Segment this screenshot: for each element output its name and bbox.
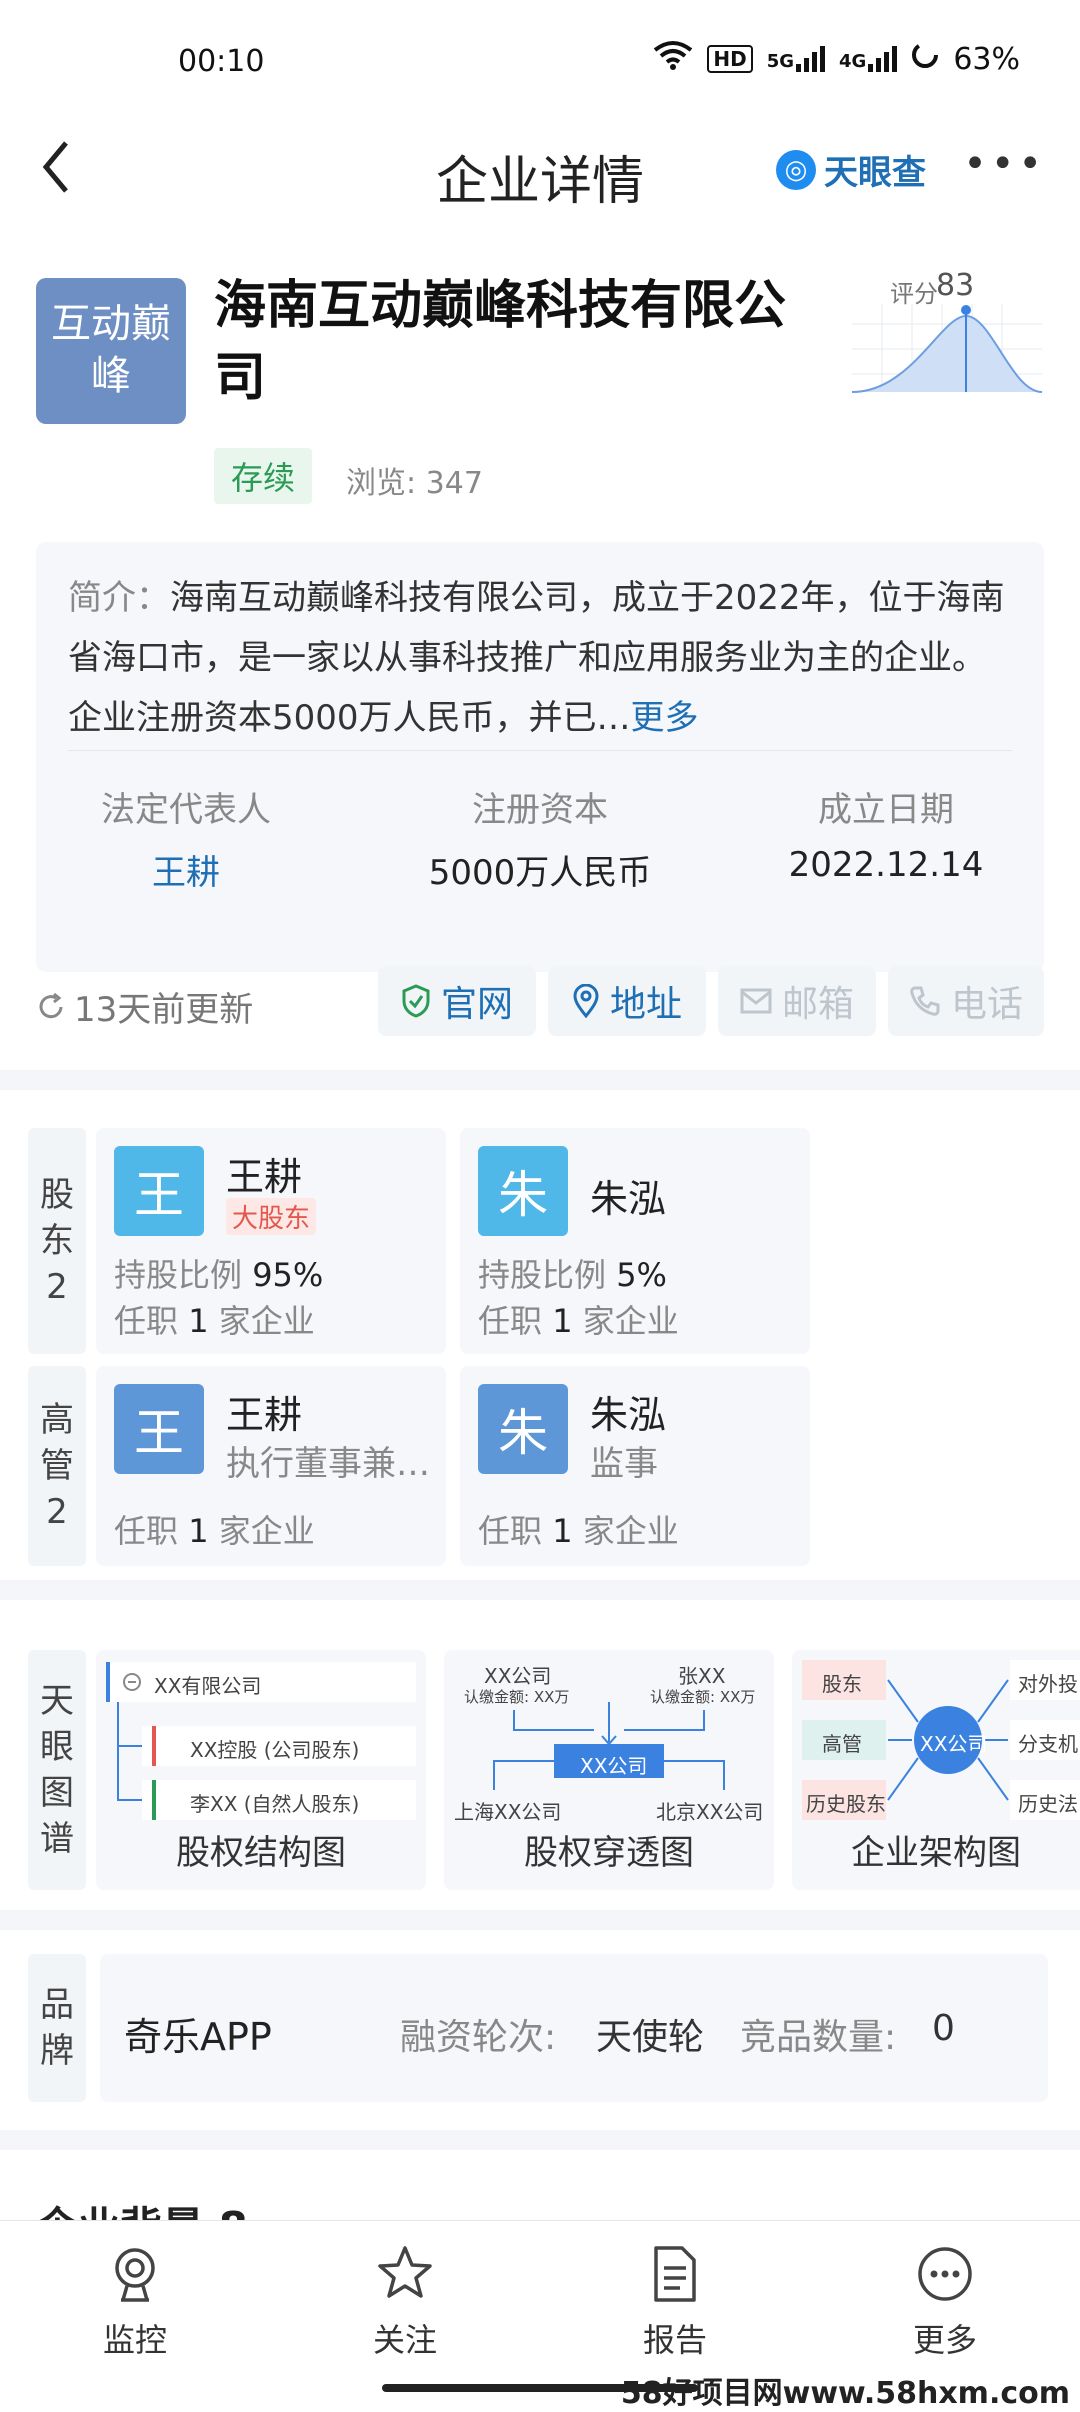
tab-more[interactable]: 更多 [810,2239,1080,2361]
score-curve-icon [852,304,1042,393]
person-name: 朱泓 [590,1393,667,1437]
tab-report[interactable]: 报告 [540,2239,810,2361]
people-section: 股东2 王 王耕 大股东 持股比例 95% 任职 1 家企业 朱 朱泓 持股比例… [0,1090,1080,1580]
intro-more-link[interactable]: 更多 [631,698,699,738]
mail-icon [740,988,772,1014]
person-name: 朱泓 [590,1177,667,1221]
person-role: 执行董事兼总经理 [226,1444,436,1484]
more-menu-button[interactable]: ••• [963,141,1046,187]
equity-structure-caption: 股权结构图 [176,1833,346,1873]
org-structure-caption: 企业架构图 [851,1833,1021,1873]
equity-penetration-caption: 股权穿透图 [524,1833,694,1873]
org-structure-card[interactable]: 股东 高管 历史股东 XX公司 对外投 分支机 历史法 企业架构图 [792,1650,1080,1890]
person-role: 监事 [590,1444,658,1484]
company-card: 互动巅峰 海南互动巅峰科技有限公司 评分 83 存续 浏览: 347 简介：海南… [0,230,1080,1070]
update-info[interactable]: 13天前更新 [36,982,253,1031]
status-badge: 存续 [214,448,312,504]
shield-check-icon [402,984,430,1018]
battery-level: 63% [953,41,1020,77]
location-pin-icon [573,984,599,1018]
tab-monitor[interactable]: 监控 [0,2239,270,2361]
company-logo: 互动巅峰 [36,278,186,424]
phone-button[interactable]: 电话 [888,966,1044,1036]
intro-box: 简介：海南互动巅峰科技有限公司，成立于2022年，位于海南省海口市，是一家以从事… [36,542,1044,972]
eye-logo-icon: ◎ [776,149,816,190]
address-button[interactable]: 地址 [548,966,706,1036]
executive-card[interactable]: 王 王耕 执行董事兼总经理 任职 1 家企业 [96,1366,446,1566]
score-widget[interactable]: 评分 83 [852,268,1042,404]
brand-label[interactable]: 品牌 [28,1954,86,2102]
equity-structure-card[interactable]: XX有限公司 XX控股 (公司股东) 李XX (自然人股东) 股权结构图 [96,1650,426,1890]
person-name: 王耕 [226,1393,303,1437]
avatar: 朱 [478,1384,568,1474]
executives-label[interactable]: 高管2 [28,1366,86,1566]
positions-count: 任职 1 家企业 [478,1512,679,1550]
legal-rep-link[interactable]: 王耕 [36,845,336,894]
hd-badge: HD [707,45,753,73]
legal-rep: 法定代表人 王耕 [36,782,336,894]
positions-count: 任职 1 家企业 [478,1302,679,1340]
monitor-camera-icon [115,2248,155,2302]
funding-round-value: 天使轮 [596,2017,705,2058]
share-ratio: 持股比例 5% [478,1256,667,1294]
shareholder-card[interactable]: 朱 朱泓 持股比例 5% 任职 1 家企业 [460,1128,810,1354]
avatar: 王 [114,1384,204,1474]
positions-count: 任职 1 家企业 [114,1302,315,1340]
status-icons: HD 5G 4G 63% [653,40,1020,78]
avatar: 朱 [478,1146,568,1236]
signal-5g-icon: 5G [767,46,825,72]
brand-section: 品牌 奇乐APP 融资轮次: 天使轮 竞品数量: 0 [0,1930,1080,2130]
avatar: 王 [114,1146,204,1236]
refresh-icon [39,992,63,1018]
status-bar: 00:10 HD 5G 4G 63% [0,0,1080,125]
star-icon [378,2246,432,2298]
email-button[interactable]: 邮箱 [718,966,876,1036]
company-name: 海南互动巅峰科技有限公司 [214,276,787,408]
intro-text: 简介：海南互动巅峰科技有限公司，成立于2022年，位于海南省海口市，是一家以从事… [68,578,1005,738]
person-name: 王耕 [226,1155,303,1199]
funding-round-label: 融资轮次: [400,2017,557,2058]
executive-card[interactable]: 朱 朱泓 监事 任职 1 家企业 [460,1366,810,1566]
view-count: 浏览: 347 [346,466,483,501]
website-button[interactable]: 官网 [378,966,536,1036]
battery-icon [911,41,939,77]
watermark: 58好项目网www.58hxm.com [620,2376,1070,2411]
shareholder-card[interactable]: 王 王耕 大股东 持股比例 95% 任职 1 家企业 [96,1128,446,1354]
status-time: 00:10 [178,44,265,79]
tianyancha-logo: ◎ 天眼查 [776,145,926,194]
report-document-icon [654,2246,696,2302]
equity-penetration-card[interactable]: XX公司 认缴金额: XX万 张XX 认缴金额: XX万 XX公司 上海XX公司… [444,1650,774,1890]
share-ratio: 持股比例 95% [114,1256,324,1294]
competitor-count-value: 0 [932,2008,955,2049]
background-section[interactable]: 企业背景 8 [0,2150,1080,2220]
competitor-count-label: 竞品数量: [740,2017,897,2058]
divider [68,750,1012,751]
section-title: 企业背景 8 [36,2194,248,2220]
registered-capital: 注册资本 5000万人民币 [428,790,652,893]
graph-label[interactable]: 天眼图谱 [28,1650,86,1890]
phone-icon [910,986,940,1016]
major-shareholder-badge: 大股东 [226,1198,317,1235]
signal-4g-icon: 4G [839,46,898,72]
positions-count: 任职 1 家企业 [114,1512,315,1550]
score-value: 83 [936,268,975,303]
founded-date: 成立日期 2022.12.14 [788,790,984,885]
more-dots-icon [918,2247,972,2301]
tab-follow[interactable]: 关注 [270,2239,540,2361]
brand-name: 奇乐APP [124,2015,272,2059]
graph-section: 天眼图谱 XX有限公司 XX控股 (公司股东) 李XX (自然人股东) 股权结构… [0,1600,1080,1910]
brand-card[interactable]: 奇乐APP 融资轮次: 天使轮 竞品数量: 0 [100,1954,1048,2102]
app-header: 企业详情 ◎ 天眼查 ••• [0,125,1080,230]
shareholders-label[interactable]: 股东2 [28,1128,86,1354]
wifi-icon [653,40,693,78]
